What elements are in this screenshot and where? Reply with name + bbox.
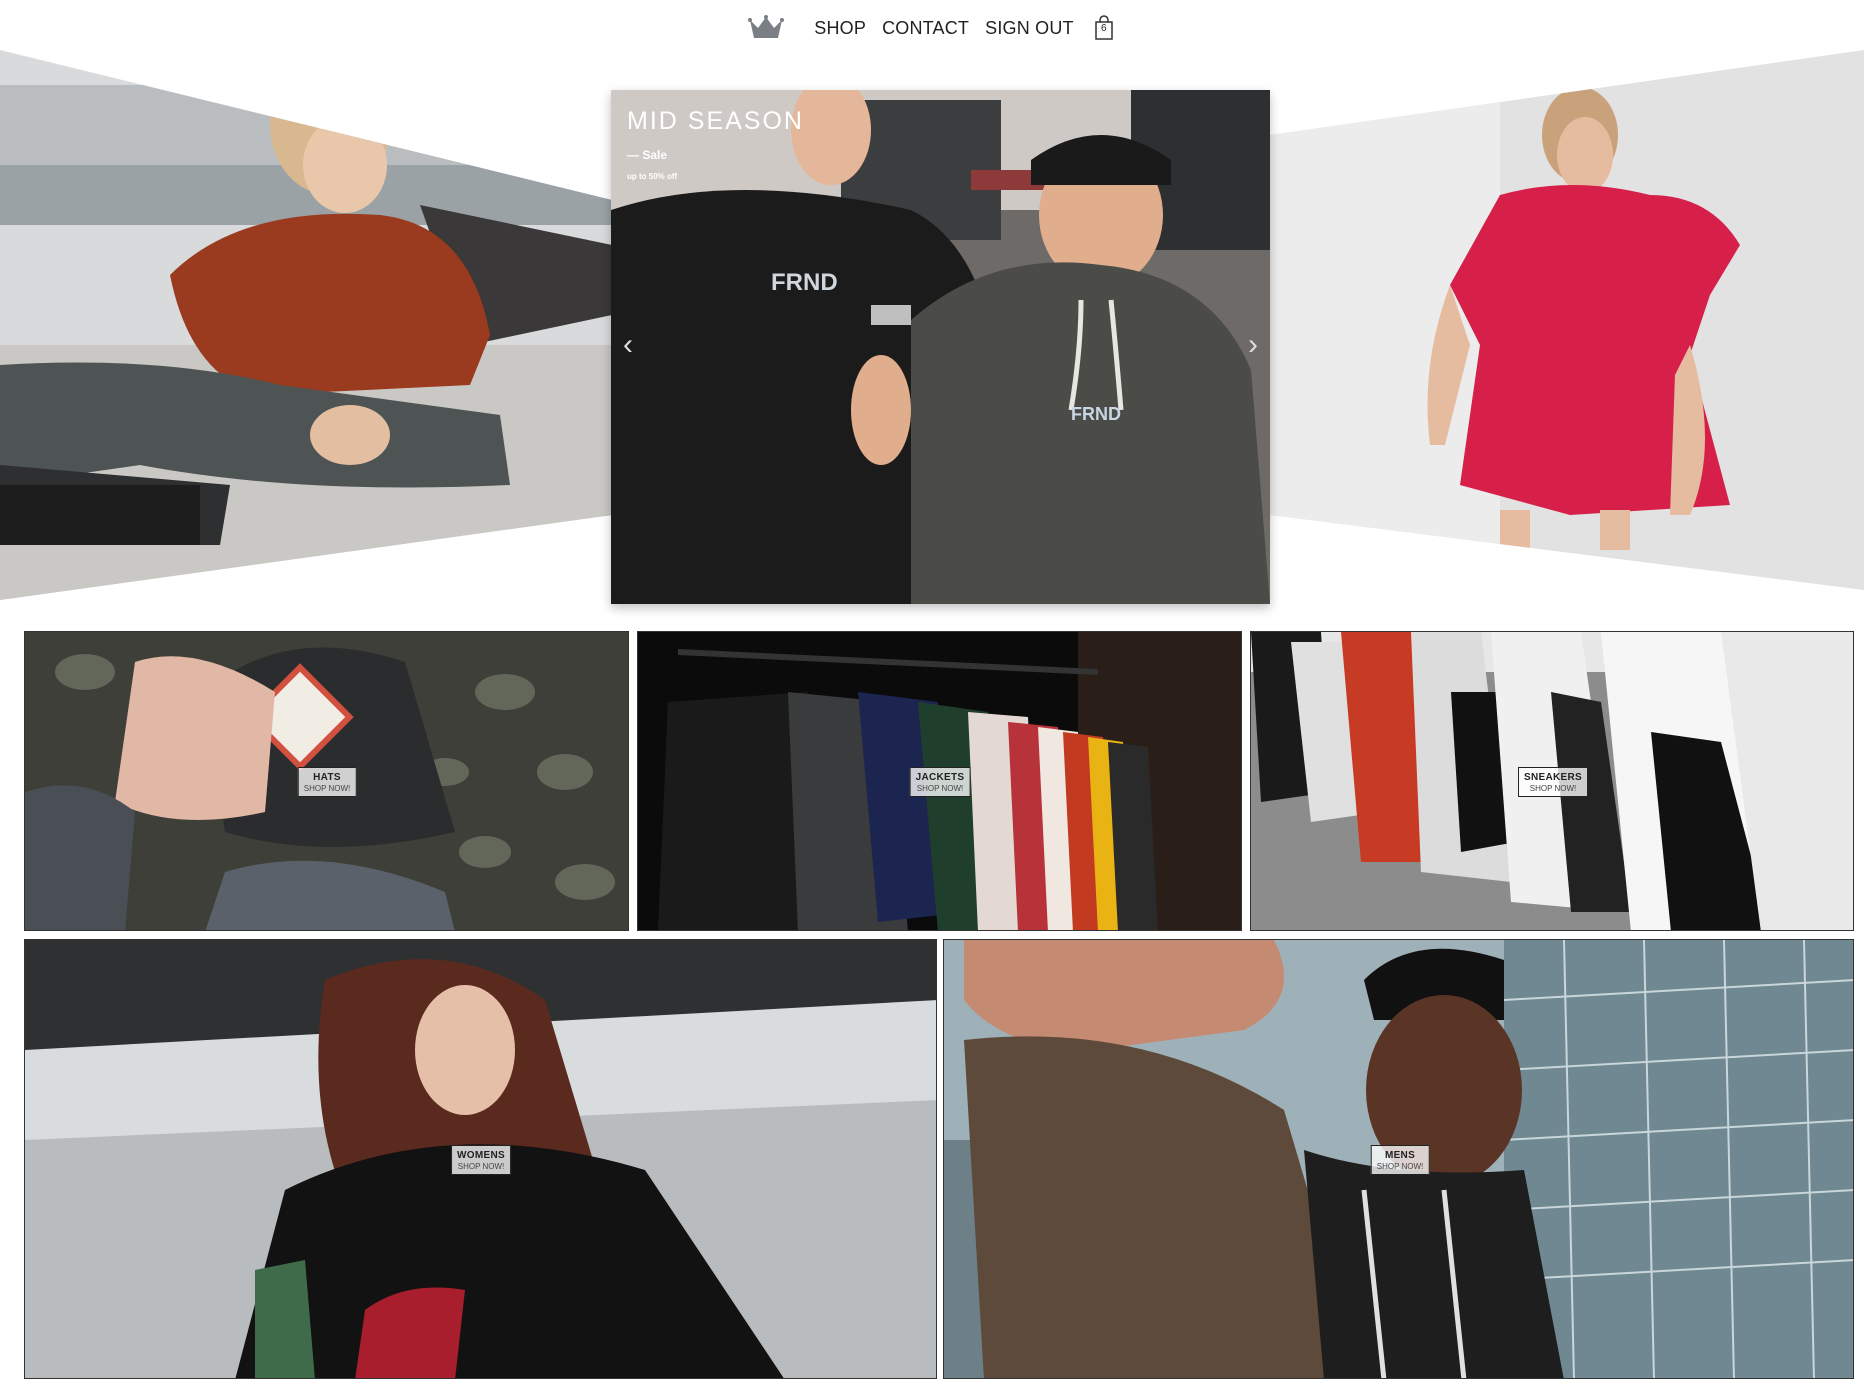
- category-name: MENS: [1384, 1150, 1416, 1161]
- chevron-left-icon[interactable]: ‹: [623, 330, 633, 360]
- category-tile-jackets[interactable]: JACKETS SHOP NOW!: [637, 631, 1242, 931]
- cart-button[interactable]: 6: [1092, 14, 1116, 42]
- chevron-right-icon[interactable]: ›: [1248, 330, 1258, 360]
- slide-subtitle: — Sale: [627, 148, 668, 162]
- category-name: WOMENS: [457, 1150, 505, 1161]
- crown-icon[interactable]: [748, 11, 788, 45]
- category-name: JACKETS: [915, 772, 965, 783]
- hero-carousel: FRND FRND MID SEASON — Sale up to 50% of…: [0, 45, 1864, 605]
- shop-now-link[interactable]: SHOP NOW!: [1377, 1162, 1424, 1171]
- category-name: SNEAKERS: [1524, 772, 1582, 783]
- slide-title: MID SEASON: [627, 107, 804, 135]
- category-name: HATS: [313, 772, 341, 783]
- category-tile-womens[interactable]: WOMENS SHOP NOW!: [24, 939, 937, 1379]
- nav-shop-link[interactable]: SHOP: [814, 18, 866, 39]
- category-tile-hats[interactable]: HATS SHOP NOW!: [24, 631, 629, 931]
- nav-sign-out-link[interactable]: SIGN OUT: [985, 18, 1074, 39]
- category-label-hats[interactable]: HATS SHOP NOW!: [297, 767, 357, 797]
- nav-contact-link[interactable]: CONTACT: [882, 18, 969, 39]
- category-label-mens[interactable]: MENS SHOP NOW!: [1370, 1145, 1430, 1175]
- carousel-next-slide[interactable]: [1270, 45, 1864, 605]
- carousel-active-slide[interactable]: FRND FRND MID SEASON — Sale up to 50% of…: [611, 90, 1270, 604]
- shop-now-link[interactable]: SHOP NOW!: [916, 784, 965, 793]
- shop-now-link[interactable]: SHOP NOW!: [304, 784, 351, 793]
- category-tile-sneakers[interactable]: SNEAKERS SHOP NOW!: [1250, 631, 1854, 931]
- shop-now-link[interactable]: SHOP NOW!: [457, 1162, 505, 1171]
- cart-count: 6: [1100, 23, 1107, 34]
- category-label-sneakers[interactable]: SNEAKERS SHOP NOW!: [1518, 767, 1588, 797]
- svg-text:FRND: FRND: [771, 269, 838, 296]
- category-tile-mens[interactable]: MENS SHOP NOW!: [943, 939, 1854, 1379]
- svg-text:FRND: FRND: [1071, 404, 1121, 424]
- slide-note: up to 50% off: [627, 172, 678, 181]
- category-label-womens[interactable]: WOMENS SHOP NOW!: [451, 1145, 511, 1175]
- carousel-prev-slide[interactable]: [0, 45, 612, 605]
- shop-now-link[interactable]: SHOP NOW!: [1524, 784, 1582, 793]
- category-label-jackets[interactable]: JACKETS SHOP NOW!: [909, 767, 971, 797]
